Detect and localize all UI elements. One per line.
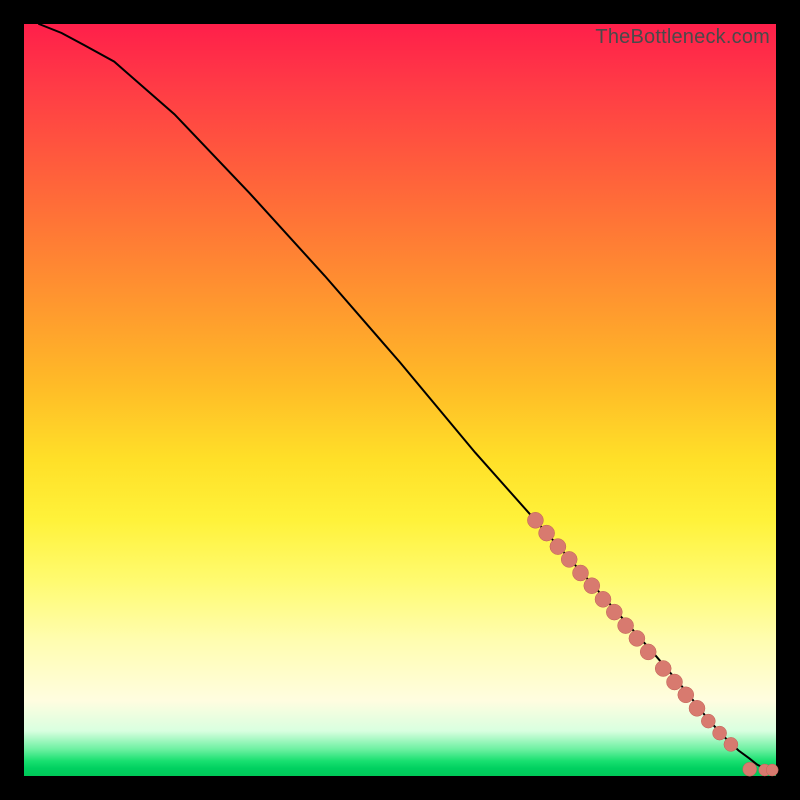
scatter-point bbox=[561, 551, 577, 567]
scatter-point bbox=[584, 578, 600, 594]
scatter-point bbox=[573, 565, 589, 581]
scatter-point bbox=[667, 674, 683, 690]
scatter-point bbox=[629, 630, 645, 646]
scatter-point bbox=[743, 762, 757, 776]
scatter-point bbox=[678, 687, 694, 703]
chart-overlay bbox=[24, 24, 776, 776]
scatter-point bbox=[527, 512, 543, 528]
scatter-point bbox=[539, 525, 555, 541]
chart-frame: TheBottleneck.com bbox=[24, 24, 776, 776]
scatter-point bbox=[689, 700, 705, 716]
scatter-point bbox=[595, 591, 611, 607]
scatter-point bbox=[550, 539, 566, 555]
scatter-point bbox=[701, 714, 715, 728]
scatter-point bbox=[640, 644, 656, 660]
curve-line bbox=[39, 24, 776, 770]
scatter-point bbox=[655, 661, 671, 677]
scatter-point bbox=[618, 618, 634, 634]
scatter-points bbox=[527, 512, 778, 776]
scatter-point bbox=[606, 604, 622, 620]
scatter-point bbox=[724, 737, 738, 751]
scatter-point bbox=[713, 726, 727, 740]
scatter-point bbox=[766, 764, 778, 776]
